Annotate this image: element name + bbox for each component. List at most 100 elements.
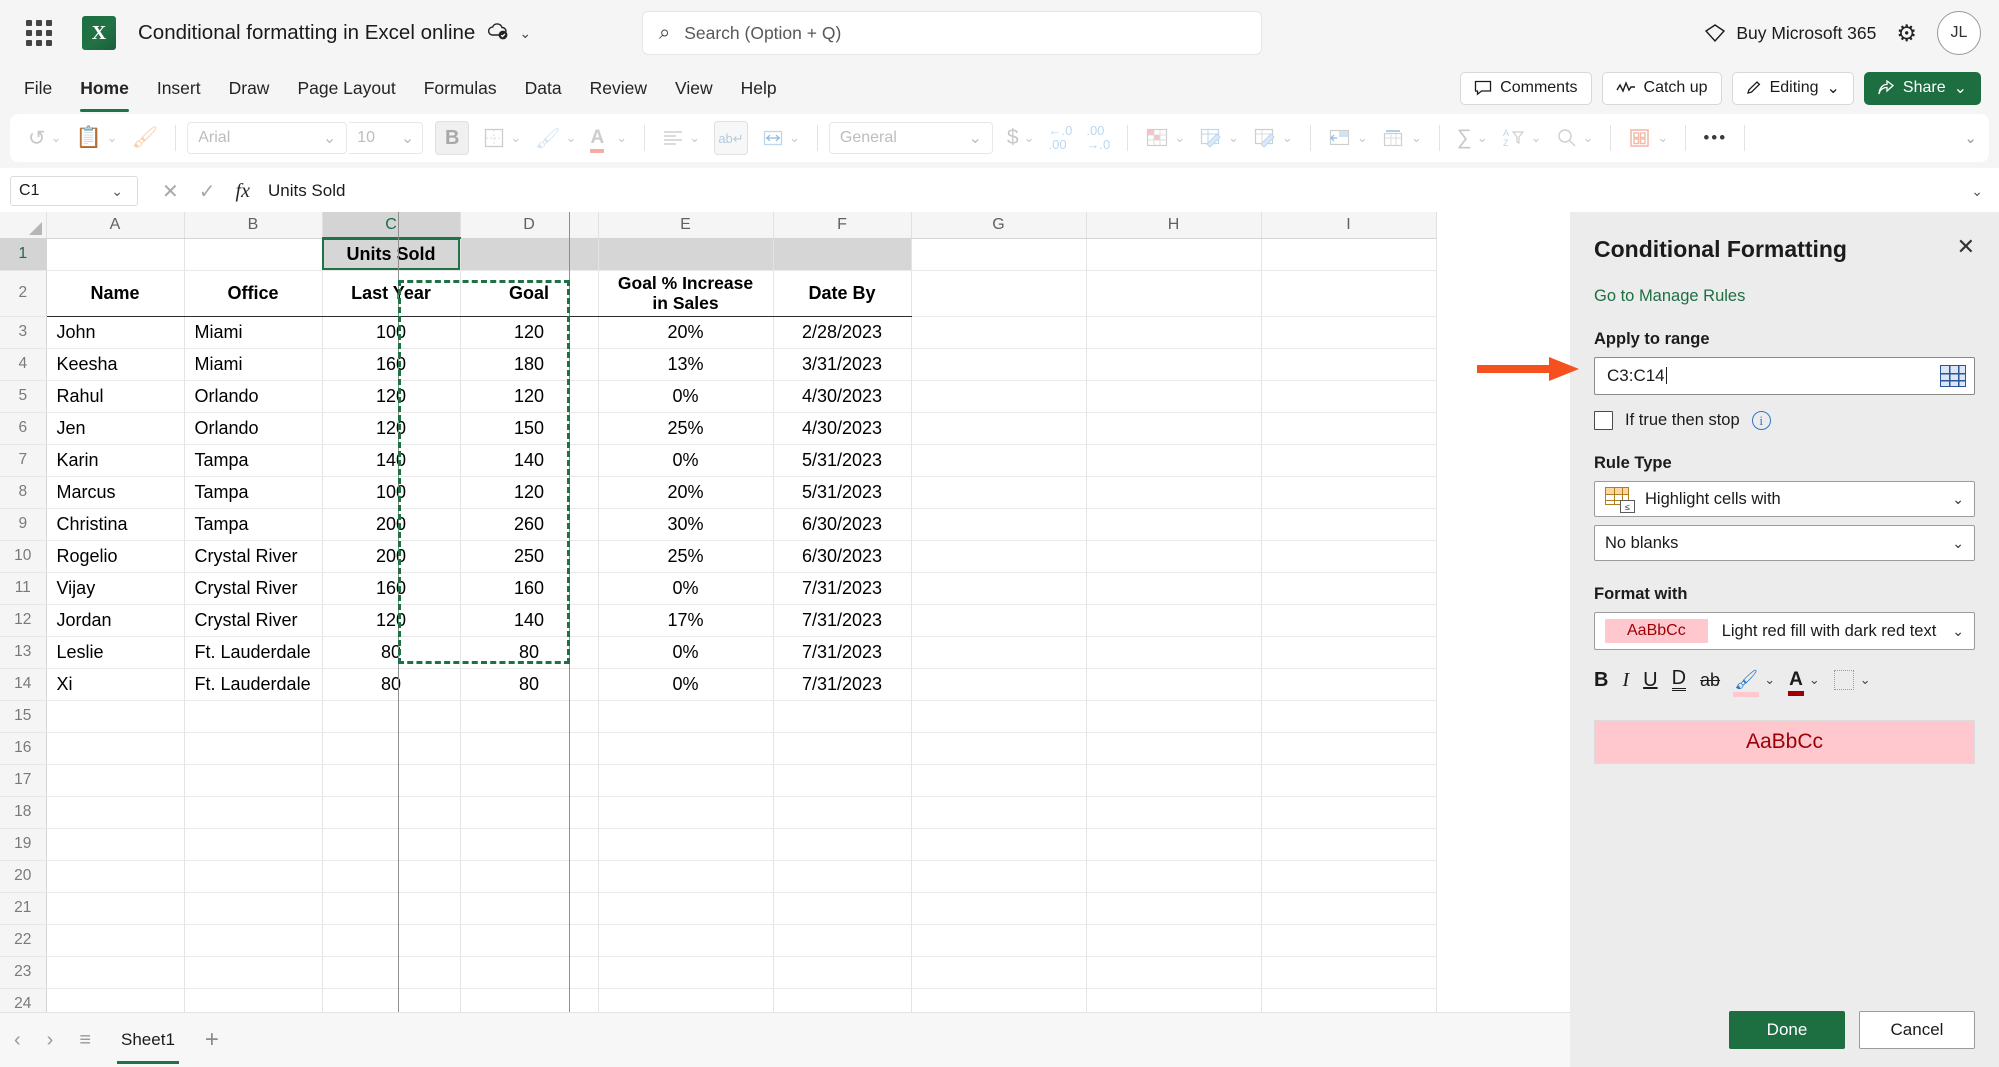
cell-f11[interactable]: 7/31/2023 <box>773 572 912 605</box>
cell-b2[interactable]: Office <box>184 270 323 317</box>
cell-g5[interactable] <box>911 380 1087 413</box>
cell-h21[interactable] <box>1086 892 1262 925</box>
cell-b18[interactable] <box>184 796 323 829</box>
cell-d7[interactable]: 140 <box>460 444 599 477</box>
table-row[interactable]: 13 Leslie Ft. Lauderdale 80 80 0% 7/31/2023 <box>0 636 1437 669</box>
table-row[interactable]: 5 Rahul Orlando 120 120 0% 4/30/2023 <box>0 380 1437 413</box>
cell-c23[interactable] <box>322 956 461 989</box>
document-title[interactable]: Conditional formatting in Excel online <box>138 21 475 45</box>
select-all-corner[interactable] <box>0 212 47 239</box>
cell-e16[interactable] <box>598 732 774 765</box>
formula-expand-chevron-icon[interactable]: ⌄ <box>1971 183 1989 200</box>
currency-button[interactable]: $ ⌄ <box>995 122 1041 154</box>
cell-i2[interactable] <box>1261 270 1437 317</box>
column-header-d[interactable]: D <box>460 212 599 239</box>
tab-home[interactable]: Home <box>66 74 143 112</box>
cell-e7[interactable]: 0% <box>598 444 774 477</box>
row-header-7[interactable]: 7 <box>0 444 47 477</box>
cell-a10[interactable]: Rogelio <box>46 540 185 573</box>
cell-f18[interactable] <box>773 796 912 829</box>
cell-f23[interactable] <box>773 956 912 989</box>
cell-i1[interactable] <box>1261 238 1437 271</box>
cell-b1[interactable] <box>184 238 323 271</box>
cell-f9[interactable]: 6/30/2023 <box>773 508 912 541</box>
borders-format-button[interactable]: ⌄ <box>1833 670 1871 690</box>
borders-button[interactable]: ⌄ <box>477 123 527 153</box>
cell-e1[interactable] <box>598 238 774 271</box>
cell-a1[interactable] <box>46 238 185 271</box>
find-button[interactable]: ⌄ <box>1550 123 1600 153</box>
cell-f22[interactable] <box>773 924 912 957</box>
addins-button[interactable]: ⌄ <box>1622 123 1674 153</box>
cell-d5[interactable]: 120 <box>460 380 599 413</box>
cell-e2[interactable]: Goal % Increase in Sales <box>598 270 774 317</box>
table-row[interactable]: 2 Name Office Last Year Goal Goal % Incr… <box>0 270 1437 317</box>
row-header-24[interactable]: 24 <box>0 988 47 1012</box>
cell-a9[interactable]: Christina <box>46 508 185 541</box>
cell-h6[interactable] <box>1086 412 1262 445</box>
font-size-select[interactable]: 10 ⌄ <box>349 122 424 154</box>
cell-g23[interactable] <box>911 956 1087 989</box>
row-header-20[interactable]: 20 <box>0 860 47 893</box>
fill-color-format-button[interactable]: 🖌 ⌄ <box>1733 668 1775 697</box>
row-header-8[interactable]: 8 <box>0 476 47 509</box>
row-header-6[interactable]: 6 <box>0 412 47 445</box>
cell-c15[interactable] <box>322 700 461 733</box>
cell-d24[interactable] <box>460 988 599 1012</box>
name-box-chevron-down-icon[interactable]: ⌄ <box>111 183 129 200</box>
cell-h11[interactable] <box>1086 572 1262 605</box>
fill-color-button[interactable]: 🖌 ⌄ <box>529 122 582 155</box>
cell-h13[interactable] <box>1086 636 1262 669</box>
cell-f8[interactable]: 5/31/2023 <box>773 476 912 509</box>
cell-e20[interactable] <box>598 860 774 893</box>
cell-g3[interactable] <box>911 316 1087 349</box>
delete-cells-button[interactable]: ⌄ <box>1376 124 1428 152</box>
merge-cells-button[interactable]: ⌄ <box>756 124 806 152</box>
cell-f3[interactable]: 2/28/2023 <box>773 316 912 349</box>
cell-i4[interactable] <box>1261 348 1437 381</box>
app-launcher-icon[interactable] <box>18 12 60 54</box>
cell-d20[interactable] <box>460 860 599 893</box>
cell-e11[interactable]: 0% <box>598 572 774 605</box>
comments-button[interactable]: Comments <box>1460 71 1592 105</box>
cell-i24[interactable] <box>1261 988 1437 1012</box>
tab-page-layout[interactable]: Page Layout <box>283 74 409 103</box>
cell-c11[interactable]: 160 <box>322 572 461 605</box>
cell-h1[interactable] <box>1086 238 1262 271</box>
previous-sheet-icon[interactable]: ‹ <box>14 1029 21 1052</box>
info-icon[interactable]: i <box>1751 411 1771 430</box>
table-row[interactable]: 4 Keesha Miami 160 180 13% 3/31/2023 <box>0 348 1437 381</box>
cell-f14[interactable]: 7/31/2023 <box>773 668 912 701</box>
cell-f13[interactable]: 7/31/2023 <box>773 636 912 669</box>
cell-e8[interactable]: 20% <box>598 476 774 509</box>
cell-c18[interactable] <box>322 796 461 829</box>
cell-i12[interactable] <box>1261 604 1437 637</box>
rule-condition-chevron-down-icon[interactable]: ⌄ <box>1952 535 1964 552</box>
cell-i9[interactable] <box>1261 508 1437 541</box>
cell-g20[interactable] <box>911 860 1087 893</box>
cell-e4[interactable]: 13% <box>598 348 774 381</box>
row-header-16[interactable]: 16 <box>0 732 47 765</box>
rule-type-select[interactable]: ≤ Highlight cells with ⌄ <box>1594 481 1975 517</box>
column-header-h[interactable]: H <box>1086 212 1262 239</box>
table-row[interactable]: 18 <box>0 796 1437 829</box>
tab-data[interactable]: Data <box>511 74 576 103</box>
cell-a23[interactable] <box>46 956 185 989</box>
cell-b20[interactable] <box>184 860 323 893</box>
table-row[interactable]: 16 <box>0 732 1437 765</box>
cell-e3[interactable]: 20% <box>598 316 774 349</box>
cell-a16[interactable] <box>46 732 185 765</box>
cell-b4[interactable]: Miami <box>184 348 323 381</box>
cell-a3[interactable]: John <box>46 316 185 349</box>
cell-h2[interactable] <box>1086 270 1262 317</box>
cell-b3[interactable]: Miami <box>184 316 323 349</box>
row-header-10[interactable]: 10 <box>0 540 47 573</box>
cell-f12[interactable]: 7/31/2023 <box>773 604 912 637</box>
cell-g24[interactable] <box>911 988 1087 1012</box>
cell-b21[interactable] <box>184 892 323 925</box>
cell-i19[interactable] <box>1261 828 1437 861</box>
cell-f4[interactable]: 3/31/2023 <box>773 348 912 381</box>
cell-f1[interactable] <box>773 238 912 271</box>
cell-a20[interactable] <box>46 860 185 893</box>
cell-c22[interactable] <box>322 924 461 957</box>
